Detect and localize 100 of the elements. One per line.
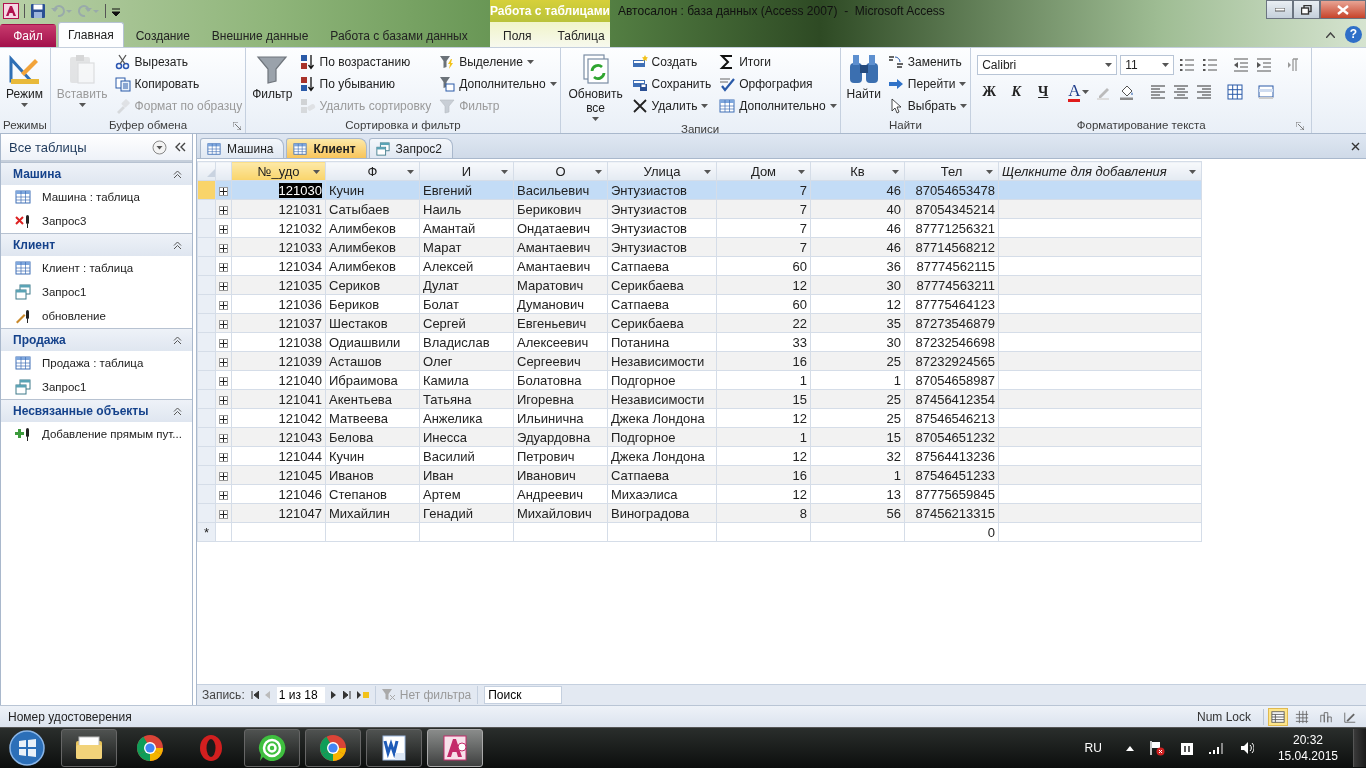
navigation-item[interactable]: Продажа : таблица <box>1 351 192 375</box>
expand-icon[interactable] <box>219 186 228 196</box>
expand-icon[interactable] <box>219 509 228 519</box>
document-tab[interactable]: Машина <box>200 138 285 158</box>
new-record-icon[interactable] <box>356 691 369 699</box>
ribbon-tab[interactable]: Таблица <box>544 24 618 47</box>
font-style-button[interactable]: Ч <box>1031 81 1056 103</box>
collapse-pane-icon[interactable] <box>175 142 186 152</box>
navigation-item[interactable]: Запрос3 <box>1 209 192 233</box>
navigation-item[interactable]: Запрос1 <box>1 375 192 399</box>
navigation-group-header[interactable]: Продажа <box>1 328 192 351</box>
help-button[interactable]: ? <box>1345 26 1362 43</box>
column-header[interactable]: Тел <box>904 161 999 181</box>
record-position-field[interactable]: 1 из 18 <box>276 687 325 703</box>
navigation-group-header[interactable]: Клиент <box>1 233 192 256</box>
ribbon-button[interactable]: По возрастанию <box>299 51 432 73</box>
ribbon-button[interactable]: Копировать <box>114 73 243 95</box>
expand-icon[interactable] <box>219 243 228 253</box>
flag-icon[interactable] <box>1148 740 1165 756</box>
expand-icon[interactable] <box>219 224 228 234</box>
expand-icon[interactable] <box>219 281 228 291</box>
ribbon-button[interactable]: Режим <box>3 51 46 109</box>
column-header[interactable]: Кв <box>810 161 905 181</box>
expand-icon[interactable] <box>219 300 228 310</box>
ribbon-tab[interactable]: Работа с базами данных <box>320 24 478 47</box>
ribbon-tab[interactable]: Файл <box>0 24 56 47</box>
taskbar-app-button[interactable] <box>61 729 117 767</box>
ribbon-button[interactable]: Выбрать <box>887 95 968 117</box>
dialog-launcher-icon[interactable] <box>233 122 242 130</box>
expand-icon[interactable] <box>219 471 228 481</box>
last-record-icon[interactable] <box>342 691 351 699</box>
navigation-item[interactable]: Машина : таблица <box>1 185 192 209</box>
expand-icon[interactable] <box>219 433 228 443</box>
document-tab[interactable]: Запрос2 <box>368 138 453 158</box>
clock-time[interactable]: 20:32 <box>1292 732 1323 748</box>
ribbon-tab[interactable]: Поля <box>490 24 545 47</box>
start-button[interactable] <box>8 729 46 767</box>
ribbon-button[interactable]: Создать <box>631 51 712 73</box>
column-header[interactable]: О <box>513 161 608 181</box>
dropdown-icon[interactable] <box>152 139 167 155</box>
collapse-icon[interactable] <box>173 240 182 250</box>
document-tab[interactable]: Клиент <box>286 138 367 158</box>
taskbar-app-button[interactable] <box>427 729 483 767</box>
minimize-ribbon-icon[interactable] <box>1326 31 1335 38</box>
ribbon-button[interactable]: Фильтр <box>249 51 296 103</box>
navigation-item[interactable]: Добавление прямым пут... <box>1 422 192 446</box>
collapse-icon[interactable] <box>173 169 182 179</box>
signal-icon[interactable] <box>1208 742 1225 754</box>
ribbon-tab[interactable]: Создание <box>125 24 200 47</box>
ribbon-button[interactable]: Вырезать <box>114 51 243 73</box>
ribbon-button[interactable]: Дополнительно <box>439 73 557 95</box>
taskbar-app-button[interactable] <box>244 729 300 767</box>
expand-icon[interactable] <box>219 357 228 367</box>
taskbar-app-button[interactable] <box>366 729 422 767</box>
ribbon-tab[interactable]: Главная <box>58 22 124 47</box>
close-button[interactable] <box>1320 0 1366 19</box>
collapse-icon[interactable] <box>173 335 182 345</box>
font-style-button[interactable]: К <box>1004 81 1029 103</box>
close-icon[interactable] <box>1351 141 1360 151</box>
ribbon-button[interactable]: Заменить <box>887 51 968 73</box>
navigation-group-header[interactable]: Несвязанные объекты <box>1 399 192 422</box>
clock-date[interactable]: 15.04.2015 <box>1277 748 1338 764</box>
expand-icon[interactable] <box>219 338 228 348</box>
column-header[interactable]: Щелкните для добавления <box>998 161 1202 181</box>
column-header[interactable]: И <box>419 161 514 181</box>
font-color-button[interactable]: A <box>1066 82 1092 102</box>
taskbar-app-button[interactable] <box>305 729 361 767</box>
navigation-group-header[interactable]: Машина <box>1 162 192 185</box>
ribbon-button[interactable]: Сохранить <box>631 73 712 95</box>
ribbon-button[interactable]: Итоги <box>719 51 837 73</box>
ribbon-button[interactable]: Перейти <box>887 73 968 95</box>
column-header[interactable]: Ф <box>325 161 420 181</box>
ribbon-button[interactable]: По убыванию <box>299 73 432 95</box>
collapse-icon[interactable] <box>173 406 182 416</box>
next-record-icon[interactable] <box>330 691 337 699</box>
navigation-item[interactable]: Клиент : таблица <box>1 256 192 280</box>
ribbon-tab[interactable]: Внешние данные <box>201 24 319 47</box>
navigation-item[interactable]: Запрос1 <box>1 280 192 304</box>
expand-icon[interactable] <box>219 395 228 405</box>
minimize-button[interactable] <box>1266 0 1293 19</box>
column-header[interactable]: Улица <box>607 161 717 181</box>
language-indicator[interactable]: RU <box>1084 741 1102 755</box>
font-dropdown[interactable]: Calibri <box>977 55 1118 75</box>
restore-button[interactable] <box>1293 0 1320 19</box>
expand-icon[interactable] <box>219 414 228 424</box>
access-logo-icon[interactable] <box>3 3 19 19</box>
save-icon[interactable] <box>30 3 46 19</box>
column-header[interactable]: Дом <box>716 161 811 181</box>
search-field[interactable]: Поиск <box>484 686 563 704</box>
expand-icon[interactable] <box>219 490 228 500</box>
expand-icon[interactable] <box>219 452 228 462</box>
ribbon-button[interactable]: Удалить <box>631 95 712 117</box>
navigation-item[interactable]: обновление <box>1 304 192 328</box>
ribbon-button[interactable]: Орфография <box>719 73 837 95</box>
font-style-button[interactable]: Ж <box>977 81 1002 103</box>
font-size-dropdown[interactable]: 11 <box>1120 55 1175 75</box>
show-hidden-icons-icon[interactable] <box>1125 745 1134 751</box>
column-header[interactable]: №_удо <box>231 161 326 181</box>
ribbon-button[interactable]: Обновить все <box>563 51 628 123</box>
ribbon-button[interactable]: Найти <box>843 51 884 103</box>
